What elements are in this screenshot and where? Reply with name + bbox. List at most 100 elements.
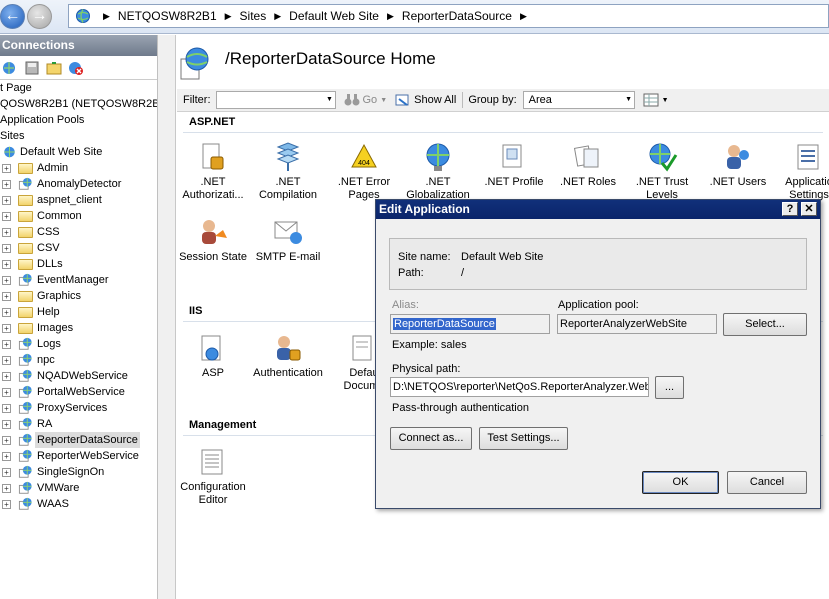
tree-item-nqadwebservice[interactable]: + NQADWebService [0, 368, 157, 384]
close-button[interactable]: ✕ [801, 202, 817, 216]
chevron-right-icon[interactable]: ▶ [520, 11, 527, 22]
expand-icon[interactable]: + [2, 180, 11, 189]
breadcrumb-sites[interactable]: Sites [240, 9, 267, 23]
expand-icon[interactable]: + [2, 324, 11, 333]
feature--net-users[interactable]: .NET Users [702, 141, 774, 189]
tree-item-reporterdatasource[interactable]: + ReporterDataSource [0, 432, 157, 448]
filter-input[interactable]: ▼ [215, 91, 336, 109]
chevron-right-icon[interactable]: ▶ [274, 11, 281, 22]
feature-configuration-editor[interactable]: Configuration Editor [177, 446, 249, 507]
show-all-button[interactable]: Show All [395, 93, 456, 107]
expand-icon[interactable]: + [2, 484, 11, 493]
expand-icon[interactable]: + [2, 468, 11, 477]
dropdown-arrow-icon[interactable]: ▼ [325, 92, 335, 108]
feature--net-authorizati[interactable]: .NET Authorizati... [177, 141, 249, 202]
breadcrumb[interactable]: ▶ NETQOSW8R2B1 ▶ Sites ▶ Default Web Sit… [68, 4, 829, 28]
server-node[interactable]: QOSW8R2B1 (NETQOSW8R2B1\ [0, 96, 157, 112]
app-pools-node[interactable]: Application Pools [0, 112, 157, 128]
breadcrumb-server[interactable]: NETQOSW8R2B1 [118, 9, 217, 23]
expand-icon[interactable]: + [2, 244, 11, 253]
breadcrumb-reporterdatasource[interactable]: ReporterDataSource [402, 9, 512, 23]
expand-icon[interactable]: + [2, 420, 11, 429]
feature--net-roles[interactable]: .NET Roles [552, 141, 624, 189]
expand-icon[interactable]: + [2, 452, 11, 461]
feature--net-trust-levels[interactable]: .NET Trust Levels [626, 141, 698, 202]
tree-item-common[interactable]: + Common [0, 208, 157, 224]
expand-icon[interactable]: + [2, 308, 11, 317]
help-button[interactable]: ? [782, 202, 798, 216]
tree-item-images[interactable]: + Images [0, 320, 157, 336]
group-by-select[interactable]: Area ▼ [522, 91, 635, 109]
tree-item-css[interactable]: + CSS [0, 224, 157, 240]
expand-icon[interactable]: + [2, 260, 11, 269]
default-web-site-node[interactable]: Default Web Site [0, 144, 157, 160]
expand-icon[interactable]: + [2, 164, 11, 173]
feature-applicatio-settings[interactable]: Applicatio Settings [773, 141, 829, 202]
expand-icon[interactable]: + [2, 340, 11, 349]
view-mode-button[interactable]: ▼ [643, 93, 669, 107]
dropdown-arrow-icon[interactable]: ▼ [380, 97, 387, 104]
dialog-titlebar[interactable]: Edit Application ? ✕ [376, 200, 820, 219]
tree-item-aspnet-client[interactable]: + aspnet_client [0, 192, 157, 208]
pane-splitter[interactable] [158, 35, 176, 599]
chevron-right-icon[interactable]: ▶ [387, 11, 394, 22]
expand-icon[interactable]: + [2, 372, 11, 381]
ok-button[interactable]: OK [642, 471, 719, 494]
feature-asp[interactable]: ASP [177, 332, 249, 380]
expand-icon[interactable]: + [2, 212, 11, 221]
expand-icon[interactable]: + [2, 388, 11, 397]
tree-item-portalwebservice[interactable]: + PortalWebService [0, 384, 157, 400]
test-settings-button[interactable]: Test Settings... [479, 427, 568, 450]
feature--net-profile[interactable]: .NET Profile [478, 141, 550, 189]
tree-item-reporterwebservice[interactable]: + ReporterWebService [0, 448, 157, 464]
tree-item-singlesignon[interactable]: + SingleSignOn [0, 464, 157, 480]
tree-item-csv[interactable]: + CSV [0, 240, 157, 256]
save-icon[interactable] [24, 60, 40, 76]
alias-field[interactable]: ReporterDataSource [390, 314, 550, 334]
go-button[interactable]: Go ▼ [344, 93, 387, 107]
feature--net-compilation[interactable]: .NET Compilation [252, 141, 324, 202]
feature--net-globalization[interactable]: .NET Globalization [402, 141, 474, 202]
tree-item-admin[interactable]: + Admin [0, 160, 157, 176]
connect-as-button[interactable]: Connect as... [390, 427, 472, 450]
connect-globe-icon[interactable] [2, 60, 18, 76]
tree-item-npc[interactable]: + npc [0, 352, 157, 368]
tree-item-waas[interactable]: + WAAS [0, 496, 157, 512]
cancel-button[interactable]: Cancel [727, 471, 807, 494]
breadcrumb-default-web-site[interactable]: Default Web Site [289, 9, 379, 23]
feature-smtp-e-mail[interactable]: SMTP E-mail [252, 216, 324, 264]
tree-item-eventmanager[interactable]: + EventManager [0, 272, 157, 288]
tree-item-vmware[interactable]: + VMWare [0, 480, 157, 496]
start-page-item[interactable]: t Page [0, 80, 157, 96]
expand-icon[interactable]: + [2, 436, 11, 445]
feature-session-state[interactable]: Session State [177, 216, 249, 264]
tree-item-help[interactable]: + Help [0, 304, 157, 320]
tree-item-ra[interactable]: + RA [0, 416, 157, 432]
browse-button[interactable]: ... [655, 376, 684, 399]
delete-connection-icon[interactable] [68, 60, 84, 76]
back-button[interactable]: ← [0, 4, 25, 29]
select-app-pool-button[interactable]: Select... [723, 313, 807, 336]
dropdown-arrow-icon[interactable]: ▼ [662, 97, 669, 104]
physical-path-input[interactable]: D:\NETQOS\reporter\NetQoS.ReporterAnalyz… [390, 377, 649, 397]
expand-icon[interactable]: + [2, 404, 11, 413]
chevron-right-icon[interactable]: ▶ [103, 11, 110, 22]
expand-icon[interactable]: + [2, 356, 11, 365]
expand-icon[interactable]: + [2, 292, 11, 301]
sites-node[interactable]: Sites [0, 128, 157, 144]
expand-icon[interactable]: + [2, 228, 11, 237]
tree-item-dlls[interactable]: + DLLs [0, 256, 157, 272]
expand-icon[interactable]: + [2, 500, 11, 509]
tree-item-proxyservices[interactable]: + ProxyServices [0, 400, 157, 416]
dropdown-arrow-icon[interactable]: ▼ [624, 92, 634, 108]
open-folder-icon[interactable] [46, 60, 62, 76]
expand-icon[interactable]: + [2, 196, 11, 205]
feature-authentication[interactable]: Authentication [252, 332, 324, 380]
feature--net-error-pages[interactable]: 404 .NET Error Pages [328, 141, 400, 202]
tree-item-graphics[interactable]: + Graphics [0, 288, 157, 304]
chevron-right-icon[interactable]: ▶ [225, 11, 232, 22]
forward-button[interactable]: → [27, 4, 52, 29]
tree-item-logs[interactable]: + Logs [0, 336, 157, 352]
tree-item-anomalydetector[interactable]: + AnomalyDetector [0, 176, 157, 192]
expand-icon[interactable]: + [2, 276, 11, 285]
